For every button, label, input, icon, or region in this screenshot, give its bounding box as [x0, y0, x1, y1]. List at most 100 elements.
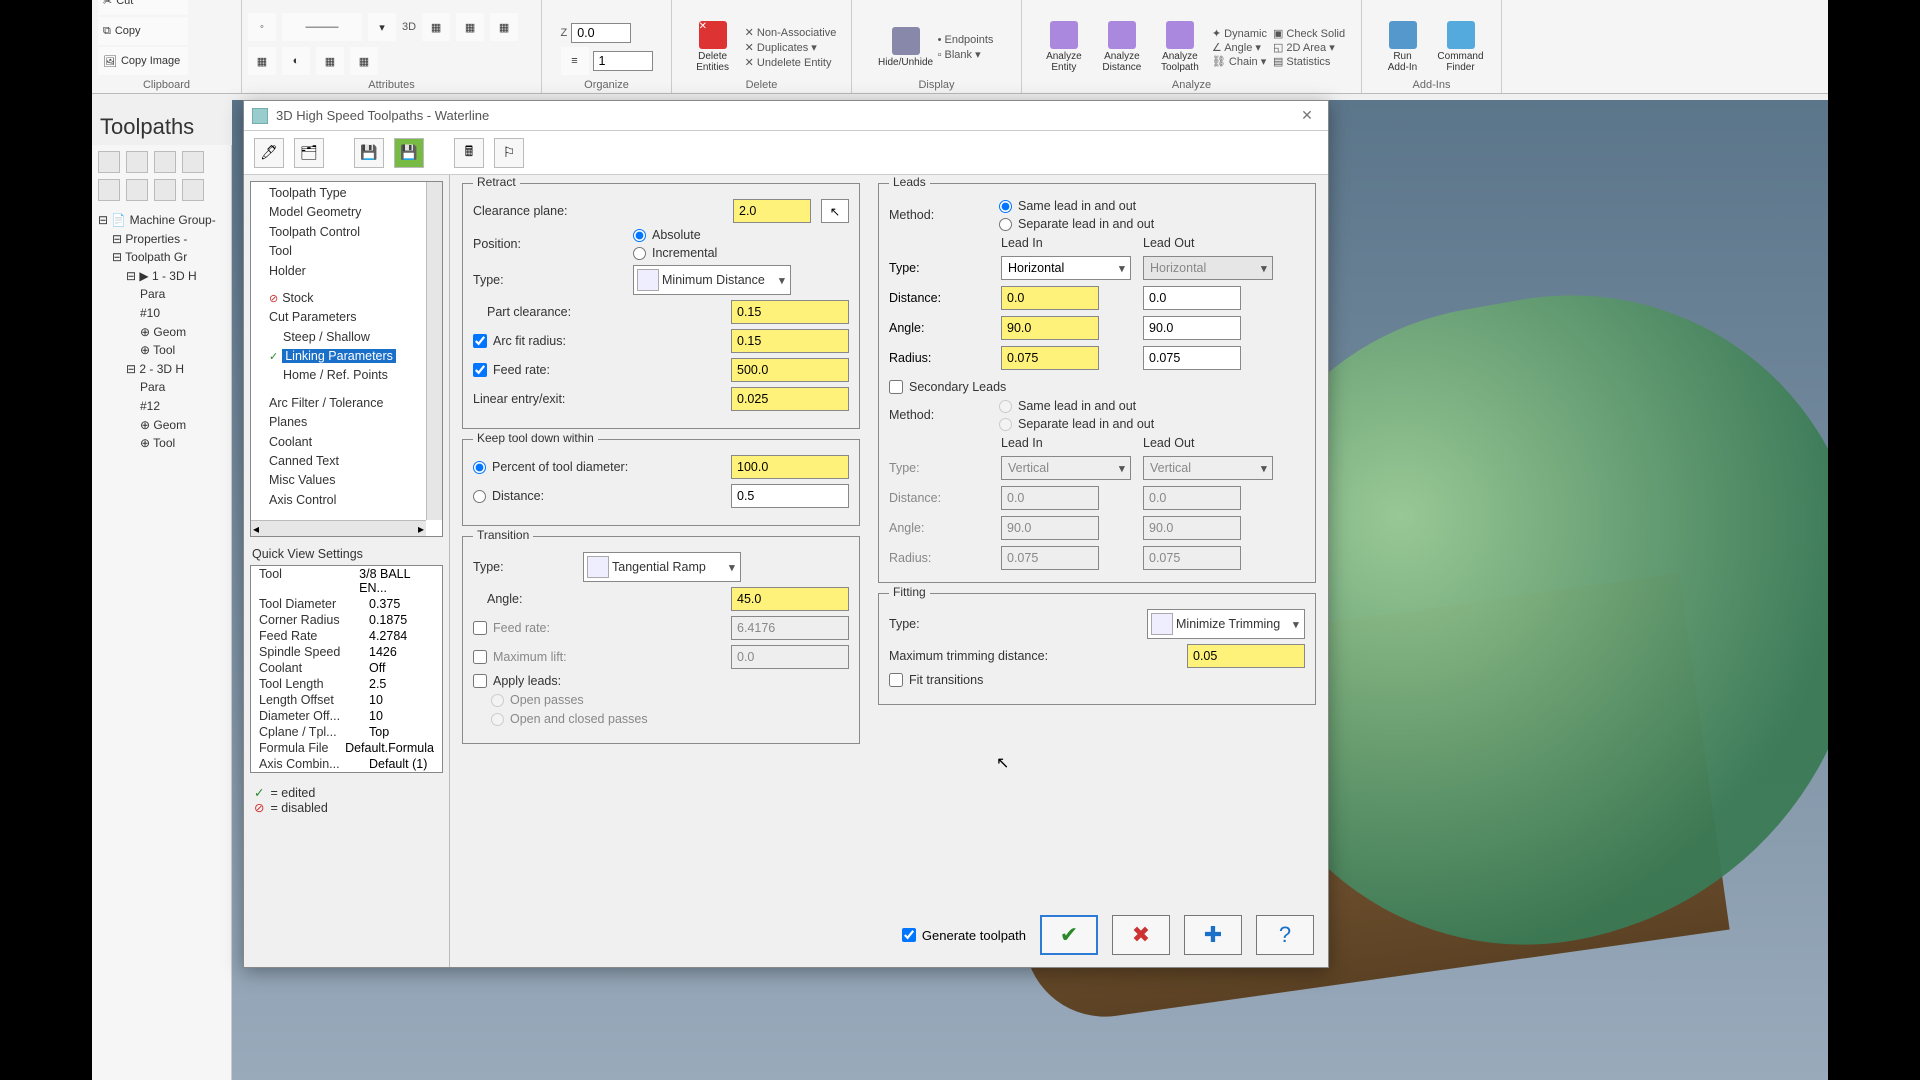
- attr-d[interactable]: ▦: [248, 47, 276, 75]
- analyze-distance-button[interactable]: Analyze Distance: [1096, 19, 1148, 75]
- nav-item[interactable]: Steep / Shallow: [269, 328, 438, 347]
- cut-button[interactable]: ✂ Cut: [98, 0, 188, 15]
- clearance-picker-button[interactable]: ↖: [821, 199, 849, 223]
- transition-type-select[interactable]: Tangential Ramp: [583, 552, 741, 582]
- nav-item[interactable]: Stock: [269, 289, 438, 308]
- nav-item[interactable]: Holder: [269, 262, 438, 281]
- nav-item[interactable]: Planes: [269, 413, 438, 432]
- max-lift-check[interactable]: Maximum lift:: [473, 650, 567, 664]
- leadin-dist-input[interactable]: [1001, 286, 1099, 310]
- tp-toolbar-btn[interactable]: [154, 151, 176, 173]
- generate-toolpath-check[interactable]: Generate toolpath: [902, 928, 1026, 943]
- page-nav-tree[interactable]: Toolpath Type Model Geometry Toolpath Co…: [250, 181, 443, 537]
- hide-unhide-button[interactable]: Hide/Unhide: [880, 19, 932, 75]
- undelete-button[interactable]: ✕ Undelete Entity: [745, 56, 837, 69]
- position-absolute-radio[interactable]: Absolute: [633, 228, 717, 242]
- tp-toolbar-btn[interactable]: [98, 179, 120, 201]
- attr-c[interactable]: ▦: [490, 13, 518, 41]
- attr-btn2[interactable]: ▾: [368, 13, 396, 41]
- leads-same-radio[interactable]: Same lead in and out: [999, 199, 1154, 213]
- chain-button[interactable]: ⛓ Chain ▾: [1212, 55, 1267, 68]
- nav-item[interactable]: Tool: [269, 242, 438, 261]
- attr-line[interactable]: ———: [282, 13, 362, 41]
- secondary-leads-check[interactable]: Secondary Leads: [889, 380, 1006, 394]
- leadin-angle-input[interactable]: [1001, 316, 1099, 340]
- dynamic-button[interactable]: ✦ Dynamic: [1212, 27, 1267, 40]
- nav-item[interactable]: Toolpath Type: [269, 184, 438, 203]
- endpoints-button[interactable]: • Endpoints: [938, 34, 994, 46]
- duplicates-button[interactable]: ✕ Duplicates ▾: [745, 41, 837, 54]
- nav-item[interactable]: Coolant: [269, 433, 438, 452]
- angle-button[interactable]: ∠ Angle ▾: [1212, 41, 1267, 54]
- dialog-titlebar[interactable]: 3D High Speed Toolpaths - Waterline ✕: [244, 101, 1328, 131]
- close-button[interactable]: ✕: [1294, 106, 1320, 126]
- check-solid-button[interactable]: ▣ Check Solid: [1273, 27, 1345, 40]
- tp-toolbar-btn[interactable]: [126, 179, 148, 201]
- leadin-type-select[interactable]: Horizontal: [1001, 256, 1131, 280]
- tp-toolbar-btn[interactable]: [98, 151, 120, 173]
- nav-item[interactable]: Toolpath Control: [269, 223, 438, 242]
- attr-f[interactable]: ▦: [316, 47, 344, 75]
- arc-fit-check[interactable]: Arc fit radius:: [473, 334, 566, 348]
- keepdown-dist-radio[interactable]: Distance:: [473, 489, 544, 503]
- attr-e[interactable]: ◐: [282, 47, 310, 75]
- position-incremental-radio[interactable]: Incremental: [633, 246, 717, 260]
- nav-item[interactable]: Misc Values: [269, 471, 438, 490]
- tp-toolbar-btn[interactable]: [126, 151, 148, 173]
- nav-item[interactable]: Arc Filter / Tolerance: [269, 394, 438, 413]
- help-button[interactable]: ?: [1256, 915, 1314, 955]
- arc-fit-input[interactable]: [731, 329, 849, 353]
- attr-b[interactable]: ▦: [456, 13, 484, 41]
- ok-button[interactable]: ✔: [1040, 915, 1098, 955]
- command-finder-button[interactable]: Command Finder: [1435, 19, 1487, 75]
- clearance-plane-input[interactable]: [733, 199, 811, 223]
- dlg-tb-save2[interactable]: 💾: [394, 138, 424, 168]
- level-input[interactable]: [593, 51, 653, 71]
- analyze-entity-button[interactable]: Analyze Entity: [1038, 19, 1090, 75]
- dlg-tb-btn[interactable]: 🖊: [254, 138, 284, 168]
- tp-toolbar-btn[interactable]: [182, 151, 204, 173]
- leadin-radius-input[interactable]: [1001, 346, 1099, 370]
- keepdown-pct-input[interactable]: [731, 455, 849, 479]
- part-clearance-input[interactable]: [731, 300, 849, 324]
- retract-type-select[interactable]: Minimum Distance: [633, 265, 791, 295]
- nav-item[interactable]: Axis Control: [269, 491, 438, 510]
- non-assoc-button[interactable]: ✕ Non-Associative: [745, 26, 837, 39]
- nav-item[interactable]: Cut Parameters: [269, 308, 438, 327]
- dlg-tb-flag[interactable]: ⚐: [494, 138, 524, 168]
- nav-item-selected[interactable]: Linking Parameters: [269, 347, 438, 366]
- max-trim-input[interactable]: [1187, 644, 1305, 668]
- blank-button[interactable]: ▫ Blank ▾: [938, 48, 994, 61]
- cancel-button[interactable]: ✖: [1112, 915, 1170, 955]
- operations-tree[interactable]: ⊟ 📄 Machine Group- ⊟ Properties - ⊟ Tool…: [92, 207, 231, 457]
- retract-feedrate-input[interactable]: [731, 358, 849, 382]
- copy-button[interactable]: ⧉ Copy: [98, 17, 188, 45]
- delete-entities-button[interactable]: ✕Delete Entities: [687, 19, 739, 75]
- leads-separate-radio[interactable]: Separate lead in and out: [999, 217, 1154, 231]
- nav-item[interactable]: Model Geometry: [269, 203, 438, 222]
- keepdown-dist-input[interactable]: [731, 484, 849, 508]
- attr-a[interactable]: ▦: [422, 13, 450, 41]
- dlg-tb-save[interactable]: 💾: [354, 138, 384, 168]
- analyze-toolpath-button[interactable]: Analyze Toolpath: [1154, 19, 1206, 75]
- tp-toolbar-btn[interactable]: [154, 179, 176, 201]
- keepdown-pct-radio[interactable]: Percent of tool diameter:: [473, 460, 628, 474]
- transition-feedrate-check[interactable]: Feed rate:: [473, 621, 550, 635]
- copy-image-button[interactable]: 🖼 Copy Image: [98, 47, 188, 75]
- z-input[interactable]: [571, 23, 631, 43]
- fitting-type-select[interactable]: Minimize Trimming: [1147, 609, 1305, 639]
- nav-item[interactable]: Canned Text: [269, 452, 438, 471]
- apply-button[interactable]: ✚: [1184, 915, 1242, 955]
- attr-btn[interactable]: ◦: [248, 13, 276, 41]
- dlg-tb-btn[interactable]: 🗂: [294, 138, 324, 168]
- run-addin-button[interactable]: Run Add-In: [1377, 19, 1429, 75]
- vscroll[interactable]: [426, 182, 442, 520]
- level-icon[interactable]: ≡: [561, 47, 589, 75]
- transition-angle-input[interactable]: [731, 587, 849, 611]
- attr-g[interactable]: ▦: [350, 47, 378, 75]
- area-button[interactable]: ◱ 2D Area ▾: [1273, 41, 1345, 54]
- apply-leads-check[interactable]: Apply leads:: [473, 674, 561, 688]
- retract-feedrate-check[interactable]: Feed rate:: [473, 363, 550, 377]
- linear-entry-input[interactable]: [731, 387, 849, 411]
- dlg-tb-calc[interactable]: 🖩: [454, 138, 484, 168]
